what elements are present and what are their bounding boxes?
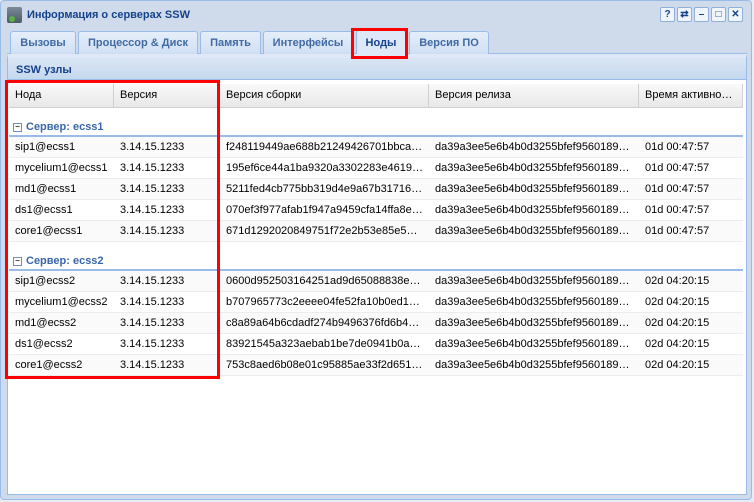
node-cell: sip1@ecss1: [15, 141, 76, 153]
version-cell: 3.14.15.1233: [120, 204, 185, 216]
help-icon[interactable]: ?: [660, 7, 675, 22]
tab-calls[interactable]: Вызовы: [10, 31, 76, 54]
build-version-cell: 070ef3f977afab1f947a9459cfa14ffa8e…: [226, 204, 423, 216]
table-row[interactable]: sip1@ecss1 3.14.15.1233 f248119449ae688b21…: [9, 137, 743, 158]
uptime-cell: 02d 04:20:15: [645, 359, 710, 371]
title-bar: Информация о серверах SSW: [7, 6, 190, 24]
build-version-cell: 195ef6ce44a1ba9320a3302283e4619…: [226, 162, 423, 174]
window-title: Информация о серверах SSW: [27, 9, 190, 21]
version-cell: 3.14.15.1233: [120, 141, 185, 153]
release-version-cell: da39a3ee5e6b4b0d3255bfef9560189…: [435, 183, 630, 195]
group-header[interactable]: − Сервер: ecss2: [9, 242, 743, 271]
group-label: Сервер: ecss2: [26, 255, 104, 267]
build-version-cell: 5211fed4cb775bb319d4e9a67b31716…: [226, 183, 423, 195]
uptime-cell: 01d 00:47:57: [645, 225, 710, 237]
version-cell: 3.14.15.1233: [120, 338, 185, 350]
uptime-cell: 02d 04:20:15: [645, 296, 710, 308]
release-version-cell: da39a3ee5e6b4b0d3255bfef9560189…: [435, 141, 630, 153]
uptime-cell: 02d 04:20:15: [645, 317, 710, 329]
tab-software-version[interactable]: Версия ПО: [409, 31, 489, 54]
version-cell: 3.14.15.1233: [120, 275, 185, 287]
group-label: Сервер: ecss1: [26, 121, 104, 133]
build-version-cell: b707965773c2eeee04fe52fa10b0ed1…: [226, 296, 420, 308]
node-cell: mycelium1@ecss2: [15, 296, 108, 308]
version-cell: 3.14.15.1233: [120, 317, 185, 329]
release-version-cell: da39a3ee5e6b4b0d3255bfef9560189…: [435, 359, 630, 371]
uptime-cell: 02d 04:20:15: [645, 338, 710, 350]
column-header-version[interactable]: Версия: [114, 84, 220, 107]
table-row[interactable]: core1@ecss1 3.14.15.1233 671d1292020849751…: [9, 221, 743, 242]
version-cell: 3.14.15.1233: [120, 359, 185, 371]
release-version-cell: da39a3ee5e6b4b0d3255bfef9560189…: [435, 338, 630, 350]
table-row[interactable]: ds1@ecss1 3.14.15.1233 070ef3f977afab1f947…: [9, 200, 743, 221]
tab-memory[interactable]: Память: [200, 31, 261, 54]
uptime-cell: 01d 00:47:57: [645, 141, 710, 153]
uptime-cell: 01d 00:47:57: [645, 162, 710, 174]
build-version-cell: 671d1292020849751f72e2b53e85e52…: [226, 225, 424, 237]
node-cell: md1@ecss2: [15, 317, 77, 329]
uptime-cell: 01d 00:47:57: [645, 183, 710, 195]
node-cell: core1@ecss2: [15, 359, 83, 371]
table-row[interactable]: mycelium1@ecss1 3.14.15.1233 195ef6ce44a1b…: [9, 158, 743, 179]
nodes-grid: Нода Версия Версия сборки Версия релиза …: [9, 84, 743, 376]
maximize-icon[interactable]: □: [711, 7, 726, 22]
group-header[interactable]: − Сервер: ecss1: [9, 108, 743, 137]
node-cell: ds1@ecss1: [15, 204, 73, 216]
tab-content: SSW узлы Нода Версия Версия сборки Верси…: [7, 54, 747, 495]
table-row[interactable]: ds1@ecss2 3.14.15.1233 83921545a323aebab1b…: [9, 334, 743, 355]
table-row[interactable]: sip1@ecss2 3.14.15.1233 0600d952503164251a…: [9, 271, 743, 292]
panel-title: SSW узлы: [8, 58, 746, 80]
build-version-cell: 83921545a323aebab1be7de0941b0a…: [226, 338, 421, 350]
grid-header: Нода Версия Версия сборки Версия релиза …: [9, 84, 743, 108]
build-version-cell: f248119449ae688b21249426701bbca…: [226, 141, 423, 153]
node-cell: md1@ecss1: [15, 183, 77, 195]
tab-nodes[interactable]: Ноды: [356, 30, 406, 55]
table-row[interactable]: md1@ecss2 3.14.15.1233 c8a89a64b6cdadf274b…: [9, 313, 743, 334]
version-cell: 3.14.15.1233: [120, 225, 185, 237]
refresh-icon[interactable]: ⇄: [677, 7, 692, 22]
version-cell: 3.14.15.1233: [120, 296, 185, 308]
uptime-cell: 01d 00:47:57: [645, 204, 710, 216]
build-version-cell: c8a89a64b6cdadf274b9496376fd6b4…: [226, 317, 420, 329]
uptime-cell: 02d 04:20:15: [645, 275, 710, 287]
build-version-cell: 0600d952503164251ad9d65088838e…: [226, 275, 421, 287]
column-header-build-version[interactable]: Версия сборки: [220, 84, 429, 107]
column-header-uptime[interactable]: Время активно…: [639, 84, 743, 107]
collapse-icon[interactable]: −: [13, 122, 22, 132]
version-cell: 3.14.15.1233: [120, 183, 185, 195]
tab-cpu-disk[interactable]: Процессор & Диск: [78, 31, 198, 54]
table-row[interactable]: md1@ecss1 3.14.15.1233 5211fed4cb775bb319d…: [9, 179, 743, 200]
tab-interfaces[interactable]: Интерфейсы: [263, 31, 353, 54]
table-row[interactable]: core1@ecss2 3.14.15.1233 753c8aed6b08e01c9…: [9, 355, 743, 376]
column-header-node[interactable]: Нода: [9, 84, 114, 107]
build-version-cell: 753c8aed6b08e01c95885ae33f2d651…: [226, 359, 423, 371]
release-version-cell: da39a3ee5e6b4b0d3255bfef9560189…: [435, 204, 630, 216]
node-cell: mycelium1@ecss1: [15, 162, 108, 174]
collapse-icon[interactable]: −: [13, 256, 22, 266]
release-version-cell: da39a3ee5e6b4b0d3255bfef9560189…: [435, 162, 630, 174]
node-cell: core1@ecss1: [15, 225, 83, 237]
node-cell: ds1@ecss2: [15, 338, 73, 350]
column-header-release-version[interactable]: Версия релиза: [429, 84, 639, 107]
tab-bar: Вызовы Процессор & Диск Память Интерфейс…: [7, 28, 747, 55]
server-icon: [7, 7, 22, 23]
version-cell: 3.14.15.1233: [120, 162, 185, 174]
window: Информация о серверах SSW ? ⇄ – □ ✕ Вызо…: [0, 0, 752, 500]
release-version-cell: da39a3ee5e6b4b0d3255bfef9560189…: [435, 317, 630, 329]
release-version-cell: da39a3ee5e6b4b0d3255bfef9560189…: [435, 225, 630, 237]
release-version-cell: da39a3ee5e6b4b0d3255bfef9560189…: [435, 275, 630, 287]
table-row[interactable]: mycelium1@ecss2 3.14.15.1233 b707965773c2e…: [9, 292, 743, 313]
node-cell: sip1@ecss2: [15, 275, 76, 287]
minimize-icon[interactable]: –: [694, 7, 709, 22]
close-icon[interactable]: ✕: [728, 7, 743, 22]
release-version-cell: da39a3ee5e6b4b0d3255bfef9560189…: [435, 296, 630, 308]
